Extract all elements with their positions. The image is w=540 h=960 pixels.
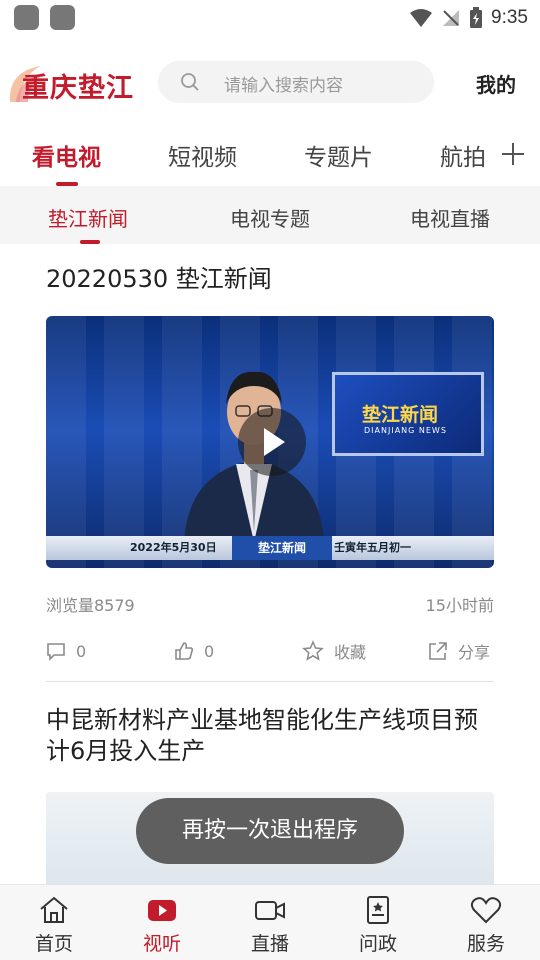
search-icon [181, 73, 199, 91]
favorite-button[interactable]: 收藏 [302, 636, 366, 666]
comment-button[interactable]: 0 [46, 636, 86, 666]
broadcast-date: 2022年5月30日 [130, 541, 217, 554]
comment-count: 0 [76, 641, 87, 661]
search-input[interactable]: 请输入搜索内容 [158, 61, 434, 103]
share-icon [429, 642, 447, 660]
lunar-date: 壬寅年五月初一 [334, 541, 411, 554]
news-actions: 0 0 收藏 分享 [0, 636, 540, 666]
video-play-icon [148, 900, 176, 921]
battery-charging-icon [470, 7, 483, 28]
notification-icon [50, 5, 75, 30]
comment-icon [47, 643, 65, 661]
video-logo-subtext: DIANJIANG NEWS [364, 426, 447, 435]
home-icon [40, 896, 68, 923]
nav-live[interactable]: 直播 [216, 885, 324, 960]
tab-feature-film[interactable]: 专题片 [304, 138, 373, 172]
search-placeholder: 请输入搜索内容 [224, 76, 343, 96]
nav-live-label: 直播 [250, 933, 289, 955]
bottom-nav: 首页 视听 直播 问政 服务 [0, 884, 540, 960]
mine-link[interactable]: 我的 [476, 69, 516, 98]
star-icon [302, 640, 324, 661]
app-logo[interactable]: 重庆垫江 [6, 62, 146, 106]
main-tab-bar: 看电视 短视频 专题片 航拍 [0, 130, 540, 186]
sub-tab-bar: 垫江新闻 电视专题 电视直播 [0, 186, 540, 244]
like-count: 0 [204, 641, 215, 661]
video-logo-text: 垫江新闻 [362, 404, 439, 426]
nav-inquiry[interactable]: 问政 [324, 885, 432, 960]
play-button[interactable] [238, 408, 306, 476]
subtab-tv-live[interactable]: 电视直播 [410, 203, 490, 232]
video-thumbnail[interactable]: 垫江新闻 DIANJIANG NEWS 2022年5月30日 垫江新闻 壬寅年五… [46, 316, 494, 568]
subtab-tv-special[interactable]: 电视专题 [230, 203, 310, 232]
share-label: 分享 [458, 643, 491, 662]
favorite-label: 收藏 [334, 643, 367, 662]
notification-icon [14, 5, 39, 30]
add-channel-icon[interactable] [500, 141, 526, 167]
program-name: 垫江新闻 [232, 536, 332, 560]
logo-text: 重庆垫江 [22, 73, 134, 104]
nav-home[interactable]: 首页 [0, 885, 108, 960]
wifi-icon [410, 9, 433, 27]
publish-time: 15小时前 [425, 596, 494, 615]
heart-icon [470, 897, 502, 924]
news-title[interactable]: 中昆新材料产业基地智能化生产线项目预计6月投入生产 [46, 705, 496, 767]
tab-watch-tv[interactable]: 看电视 [32, 138, 101, 172]
camera-icon [255, 901, 285, 920]
subtab-dianjiang-news[interactable]: 垫江新闻 [48, 203, 128, 232]
share-button[interactable]: 分享 [428, 636, 490, 666]
nav-service[interactable]: 服务 [432, 885, 540, 960]
document-icon [367, 896, 389, 924]
tab-short-video[interactable]: 短视频 [168, 138, 237, 172]
nav-audio-video[interactable]: 视听 [108, 885, 216, 960]
thumbs-up-icon [175, 642, 194, 660]
status-time: 9:35 [491, 7, 528, 28]
news-title[interactable]: 20220530 垫江新闻 [46, 259, 272, 294]
tab-aerial[interactable]: 航拍 [440, 138, 486, 172]
no-signal-icon [443, 10, 460, 26]
exit-toast: 再按一次退出程序 [136, 798, 404, 864]
nav-audio-video-label: 视听 [142, 933, 181, 955]
nav-inquiry-label: 问政 [358, 933, 397, 955]
app-header: 重庆垫江 请输入搜索内容 我的 [0, 36, 540, 130]
nav-home-label: 首页 [34, 933, 73, 955]
view-count: 浏览量8579 [46, 596, 135, 615]
news-feed: 20220530 垫江新闻 垫江新闻 DIANJIANG NEWS 2022年5… [0, 244, 540, 884]
status-bar: 9:35 [0, 0, 540, 36]
divider [46, 681, 494, 682]
play-icon [264, 428, 285, 456]
nav-service-label: 服务 [466, 933, 505, 955]
like-button[interactable]: 0 [174, 636, 214, 666]
